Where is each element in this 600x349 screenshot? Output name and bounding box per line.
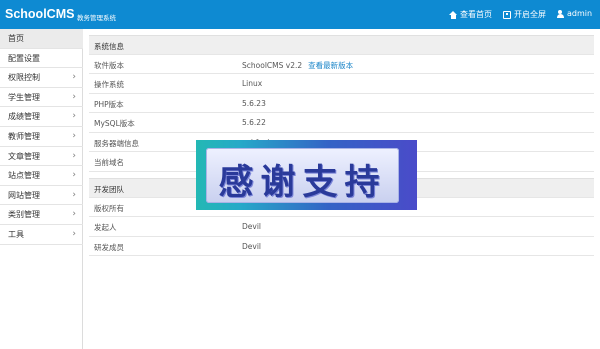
- row-key: PHP版本: [94, 99, 124, 109]
- view-home-button[interactable]: 查看首页: [449, 9, 492, 20]
- row-key: 版权所有: [94, 203, 124, 213]
- chevron-right-icon: ›: [72, 209, 76, 220]
- row-value: SchoolCMS v2.2 查看最新版本: [242, 60, 353, 71]
- sidebar-item-label: 首页: [8, 34, 24, 43]
- row-key: 发起人: [94, 223, 117, 232]
- thanks-banner: 感谢支持: [196, 140, 417, 210]
- section-header-system-info: 系统信息: [89, 35, 594, 55]
- sidebar-item-label: 类别管理: [8, 210, 40, 220]
- banner-text: 感谢支持: [218, 163, 387, 203]
- developer-link[interactable]: Devil: [242, 242, 261, 251]
- row-value: Linux: [242, 79, 263, 88]
- banner-panel: 感谢支持: [206, 148, 399, 203]
- chevron-right-icon: ›: [72, 131, 76, 141]
- sidebar-item-label: 教师管理: [8, 132, 40, 141]
- sidebar-item-label: 学生管理: [8, 92, 40, 102]
- user-name: admin: [567, 9, 593, 18]
- row-value: 5.6.22: [242, 118, 266, 127]
- chevron-right-icon: ›: [72, 170, 76, 181]
- sidebar-item-students[interactable]: 学生管理 ›: [0, 88, 83, 108]
- chevron-right-icon: ›: [72, 111, 76, 122]
- sidebar-item-label: 网站管理: [8, 190, 40, 200]
- sidebar-item-config[interactable]: 配置设置: [0, 49, 83, 69]
- view-home-label: 查看首页: [460, 10, 492, 19]
- table-row: MySQL版本 5.6.22: [89, 113, 594, 133]
- sidebar-item-tools[interactable]: 工具 ›: [0, 225, 83, 245]
- fullscreen-icon: [503, 10, 511, 19]
- user-icon: [556, 9, 564, 18]
- sidebar: 首页 配置设置 权限控制 › 学生管理 › 成绩管理 › 教师管理 › 文章管理 › 站点…: [0, 29, 83, 349]
- sidebar-item-categories[interactable]: 类别管理 ›: [0, 205, 83, 225]
- section-title: 系统信息: [94, 42, 124, 51]
- row-key: 服务器端信息: [94, 138, 139, 148]
- chevron-right-icon: ›: [72, 150, 76, 161]
- row-key: 当前域名: [94, 158, 124, 167]
- brand-subtitle: 教务管理系统: [77, 14, 116, 22]
- sidebar-item-label: 文章管理: [8, 151, 40, 161]
- table-row: 操作系统 Linux: [89, 74, 594, 94]
- user-menu[interactable]: admin: [556, 9, 592, 18]
- fullscreen-label: 开启全屏: [514, 10, 546, 19]
- section-title: 开发团队: [94, 185, 124, 194]
- chevron-right-icon: ›: [72, 72, 76, 83]
- sidebar-item-grades[interactable]: 成绩管理 ›: [0, 107, 83, 127]
- chevron-right-icon: ›: [72, 229, 76, 239]
- home-icon: [449, 10, 457, 19]
- sidebar-item-site[interactable]: 站点管理 ›: [0, 166, 83, 186]
- fullscreen-button[interactable]: 开启全屏: [503, 9, 546, 20]
- brand-logo[interactable]: SchoolCMS: [5, 7, 74, 21]
- sidebar-item-label: 工具: [8, 230, 24, 239]
- check-latest-version-link[interactable]: 查看最新版本: [308, 61, 353, 70]
- row-key: 研发成员: [94, 242, 124, 252]
- row-value: Devil: [242, 222, 261, 231]
- table-row: 发起人 Devil: [89, 217, 594, 237]
- sidebar-item-teachers[interactable]: 教师管理 ›: [0, 127, 83, 147]
- sidebar-item-label: 配置设置: [8, 53, 40, 63]
- chevron-right-icon: ›: [72, 189, 76, 200]
- sidebar-item-website[interactable]: 网站管理 ›: [0, 186, 83, 206]
- row-key: MySQL版本: [94, 119, 135, 128]
- chevron-right-icon: ›: [72, 91, 76, 102]
- table-row: 研发成员 Devil: [89, 237, 594, 256]
- sidebar-item-permissions[interactable]: 权限控制 ›: [0, 68, 83, 88]
- software-version: SchoolCMS v2.2: [242, 60, 303, 70]
- sidebar-item-label: 站点管理: [8, 171, 40, 181]
- sidebar-item-articles[interactable]: 文章管理 ›: [0, 147, 83, 167]
- sidebar-item-home[interactable]: 首页: [0, 29, 83, 49]
- row-key: 操作系统: [94, 80, 124, 89]
- table-row: 软件版本 SchoolCMS v2.2 查看最新版本: [89, 55, 594, 74]
- table-row: PHP版本 5.6.23: [89, 94, 594, 113]
- sidebar-item-label: 权限控制: [8, 73, 40, 83]
- top-header: SchoolCMS 教务管理系统 查看首页 开启全屏 admin: [0, 0, 600, 29]
- row-value: 5.6.23: [242, 98, 266, 108]
- row-key: 软件版本: [94, 60, 124, 70]
- sidebar-item-label: 成绩管理: [8, 112, 40, 122]
